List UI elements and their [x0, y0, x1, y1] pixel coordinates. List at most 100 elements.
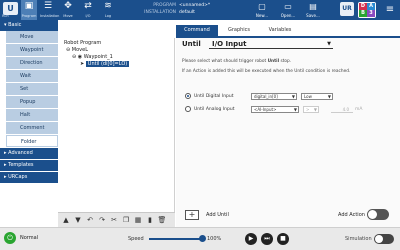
io-label: I/O: [85, 14, 91, 18]
analog-operator-value: >: [306, 107, 310, 112]
tree-root-label: Robot Program: [64, 40, 102, 46]
file-info: PROGRAM <unnamed>* INSTALLATION default: [138, 2, 210, 16]
dab-a: A: [367, 3, 375, 10]
open-label: Open...: [280, 13, 296, 18]
installation-key: INSTALLATION: [144, 10, 176, 15]
speed-slider-track[interactable]: [149, 238, 203, 240]
sidebar-group-urcaps[interactable]: ▸ URCaps: [0, 172, 58, 183]
sidebar: ▾ Basic Move Waypoint Direction Wait Set…: [0, 20, 58, 227]
step-icon[interactable]: ⏭: [261, 233, 273, 245]
installation-label: Installation: [40, 14, 60, 18]
sidebar-item-set[interactable]: Set: [6, 83, 58, 95]
open-button[interactable]: ▭ Open...: [277, 1, 299, 19]
cursor-arrow-icon: ➤: [80, 61, 85, 67]
sidebar-item-waypoint[interactable]: Waypoint: [6, 44, 58, 56]
tree-node-waypoint[interactable]: ⊖ ◉ Waypoint_1: [72, 54, 113, 60]
simulation-toggle[interactable]: [374, 234, 394, 244]
until-description-bold: Until: [267, 59, 280, 64]
sidebar-group-basic[interactable]: ▾ Basic: [0, 20, 58, 31]
sidebar-item-halt[interactable]: Halt: [6, 109, 58, 121]
add-until-button[interactable]: +: [185, 210, 199, 220]
sidebar-group-advanced[interactable]: ▸ Advanced: [0, 148, 58, 159]
toggle-knob: [368, 210, 377, 219]
analog-threshold-field[interactable]: 4.0: [331, 106, 353, 113]
play-icon[interactable]: ▶: [245, 233, 257, 245]
digital-level-select[interactable]: Low ▼: [301, 93, 333, 100]
sidebar-item-wait[interactable]: Wait: [6, 70, 58, 82]
program-name: <unnamed>*: [179, 3, 211, 8]
until-description-post: stop.: [279, 59, 292, 64]
sidebar-item-folder[interactable]: Folder: [6, 135, 58, 147]
dab-d: D: [359, 3, 367, 10]
analog-operator-select[interactable]: > ▼: [303, 106, 319, 113]
speed-slider-knob[interactable]: [199, 235, 206, 242]
tab-variables[interactable]: Variables: [260, 25, 300, 36]
power-icon[interactable]: ⏻: [4, 232, 16, 244]
new-button[interactable]: ▢ New...: [251, 1, 273, 19]
stop-icon[interactable]: ■: [277, 233, 289, 245]
sidebar-group-templates[interactable]: ▸ Templates: [0, 160, 58, 171]
redo-icon[interactable]: ↷: [97, 215, 107, 226]
program-icon: ▣: [24, 1, 34, 11]
tree-node-movel-label: MoveL: [71, 47, 88, 53]
tree-node-until-row[interactable]: ➤ Until (di[0]=LO): [80, 61, 130, 67]
sidebar-item-comment[interactable]: Comment: [6, 122, 58, 134]
tree-toolbar: ▲ ▼ ↶ ↷ ✂ ❐ ▦ ▮ 🗑: [58, 212, 175, 227]
undo-icon[interactable]: ↶: [85, 215, 95, 226]
chevron-down-icon: ▼: [291, 94, 295, 99]
waypoint-icon: ◉: [77, 54, 83, 60]
save-button[interactable]: ▤ Save...: [302, 1, 324, 19]
speed-label: Speed: [128, 236, 144, 242]
suppress-icon[interactable]: ▮: [145, 215, 155, 226]
cut-icon[interactable]: ✂: [109, 215, 119, 226]
tab-command[interactable]: Command: [176, 25, 218, 36]
tree-root[interactable]: Robot Program: [64, 40, 101, 46]
analog-input-select[interactable]: <AI-Input> ▼: [251, 106, 299, 113]
toggle-knob: [375, 235, 383, 243]
sidebar-item-popup[interactable]: Popup: [6, 96, 58, 108]
delete-icon[interactable]: 🗑: [157, 215, 167, 226]
digital-input-label: Until Digital Input: [194, 94, 234, 99]
until-description-pre: Please select what should trigger robot: [182, 59, 268, 64]
tab-graphics[interactable]: Graphics: [220, 25, 258, 36]
log-label: Log: [104, 14, 112, 18]
digital-input-select[interactable]: digital_in[0] ▼: [251, 93, 297, 100]
move-down-icon[interactable]: ▼: [73, 215, 83, 226]
installation-tab-button[interactable]: ☰ Installation: [40, 0, 60, 20]
hamburger-menu-icon[interactable]: ≡: [383, 3, 397, 17]
new-label: New...: [255, 13, 269, 18]
program-label: Program: [21, 14, 37, 18]
sidebar-group-templates-label: Templates: [8, 162, 34, 168]
save-icon: ▤: [309, 2, 317, 11]
run-label: Run: [2, 14, 9, 18]
save-label: Save...: [306, 13, 320, 18]
robot-mode-label: Normal: [20, 235, 39, 241]
move-tab-button[interactable]: ✥ Move: [60, 0, 76, 20]
open-folder-icon: ▭: [284, 2, 292, 11]
expand-icon: ⊖: [66, 47, 71, 53]
sidebar-group-basic-label: Basic: [8, 22, 22, 28]
speed-value: 100%: [207, 236, 222, 242]
log-icon: ≋: [104, 1, 112, 11]
move-up-icon[interactable]: ▲: [61, 215, 71, 226]
program-key: PROGRAM: [153, 3, 176, 8]
move-icon: ✥: [64, 1, 72, 11]
sidebar-item-direction[interactable]: Direction: [6, 57, 58, 69]
paste-icon[interactable]: ▦: [133, 215, 143, 226]
io-tab-button[interactable]: ⇄ I/O: [80, 0, 96, 20]
until-description: Please select what should trigger robot …: [182, 59, 291, 64]
dab-b: B: [359, 10, 367, 17]
tree-node-movel[interactable]: ⊖ MoveL: [66, 47, 88, 53]
dab-logo-icon: D A B 3: [358, 2, 376, 18]
digital-input-radio[interactable]: [185, 93, 191, 99]
log-tab-button[interactable]: ≋ Log: [100, 0, 116, 20]
sidebar-item-move[interactable]: Move: [6, 31, 58, 43]
analog-input-radio[interactable]: [185, 106, 191, 112]
program-tab-button[interactable]: ▣ Program: [21, 0, 37, 20]
until-type-select[interactable]: I/O Input ▼: [209, 39, 333, 49]
plus-icon: +: [188, 210, 196, 219]
tree-node-until[interactable]: Until (di[0]=LO): [85, 61, 130, 67]
analog-input-value: <AI-Input>: [254, 107, 277, 112]
copy-icon[interactable]: ❐: [121, 215, 131, 226]
add-action-toggle[interactable]: [367, 209, 389, 220]
